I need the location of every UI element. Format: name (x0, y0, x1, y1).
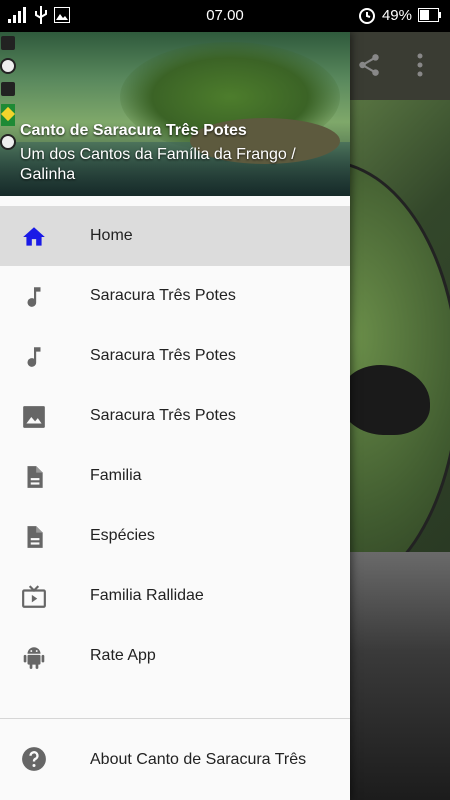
menu-item-label: Home (90, 227, 133, 244)
status-bar: 07.00 49% (0, 0, 450, 32)
menu-item-familia-rallidae[interactable]: Familia Rallidae (0, 566, 350, 626)
menu-item-label: Saracura Três Potes (90, 287, 236, 304)
menu-item-home[interactable]: Home (0, 206, 350, 266)
drawer-menu: Home Saracura Três Potes Saracura Três P… (0, 206, 350, 797)
battery-percent: 49% (381, 6, 412, 24)
menu-item-about[interactable]: About Canto de Saracura Três (0, 719, 350, 797)
alarm-icon (358, 6, 376, 24)
menu-item-label: Familia (90, 467, 142, 484)
more-vert-icon[interactable] (415, 52, 425, 83)
android-icon (21, 644, 47, 670)
share-icon[interactable] (356, 52, 382, 83)
home-icon (21, 224, 47, 250)
menu-item-label: Espécies (90, 527, 155, 544)
menu-item-familia[interactable]: Familia (0, 446, 350, 506)
menu-item-rate-app[interactable]: Rate App (0, 626, 350, 686)
navigation-drawer: Canto de Saracura Três Potes Um dos Cant… (0, 32, 350, 800)
drawer-subtitle: Um dos Cantos da Família da Frango / Gal… (20, 146, 296, 183)
header-logo-strip (0, 36, 16, 186)
battery-icon (418, 8, 442, 22)
document-icon (21, 524, 47, 550)
menu-item-label: Saracura Três Potes (90, 407, 236, 424)
music-note-icon (21, 284, 47, 310)
menu-item-label: Rate App (90, 647, 156, 664)
menu-item-especies[interactable]: Espécies (0, 506, 350, 566)
menu-item-label: Familia Rallidae (90, 587, 204, 604)
drawer-header: Canto de Saracura Três Potes Um dos Cant… (0, 32, 350, 196)
image-icon (21, 404, 47, 430)
menu-item-saracura-3[interactable]: Saracura Três Potes (0, 386, 350, 446)
document-icon (21, 464, 47, 490)
menu-item-saracura-2[interactable]: Saracura Três Potes (0, 326, 350, 386)
menu-item-label: About Canto de Saracura Três (90, 751, 307, 768)
help-icon (21, 746, 47, 772)
menu-item-saracura-1[interactable]: Saracura Três Potes (0, 266, 350, 326)
tv-icon (21, 584, 47, 610)
music-note-icon (21, 344, 47, 370)
drawer-title: Canto de Saracura Três Potes (20, 122, 247, 139)
menu-item-label: Saracura Três Potes (90, 347, 236, 364)
